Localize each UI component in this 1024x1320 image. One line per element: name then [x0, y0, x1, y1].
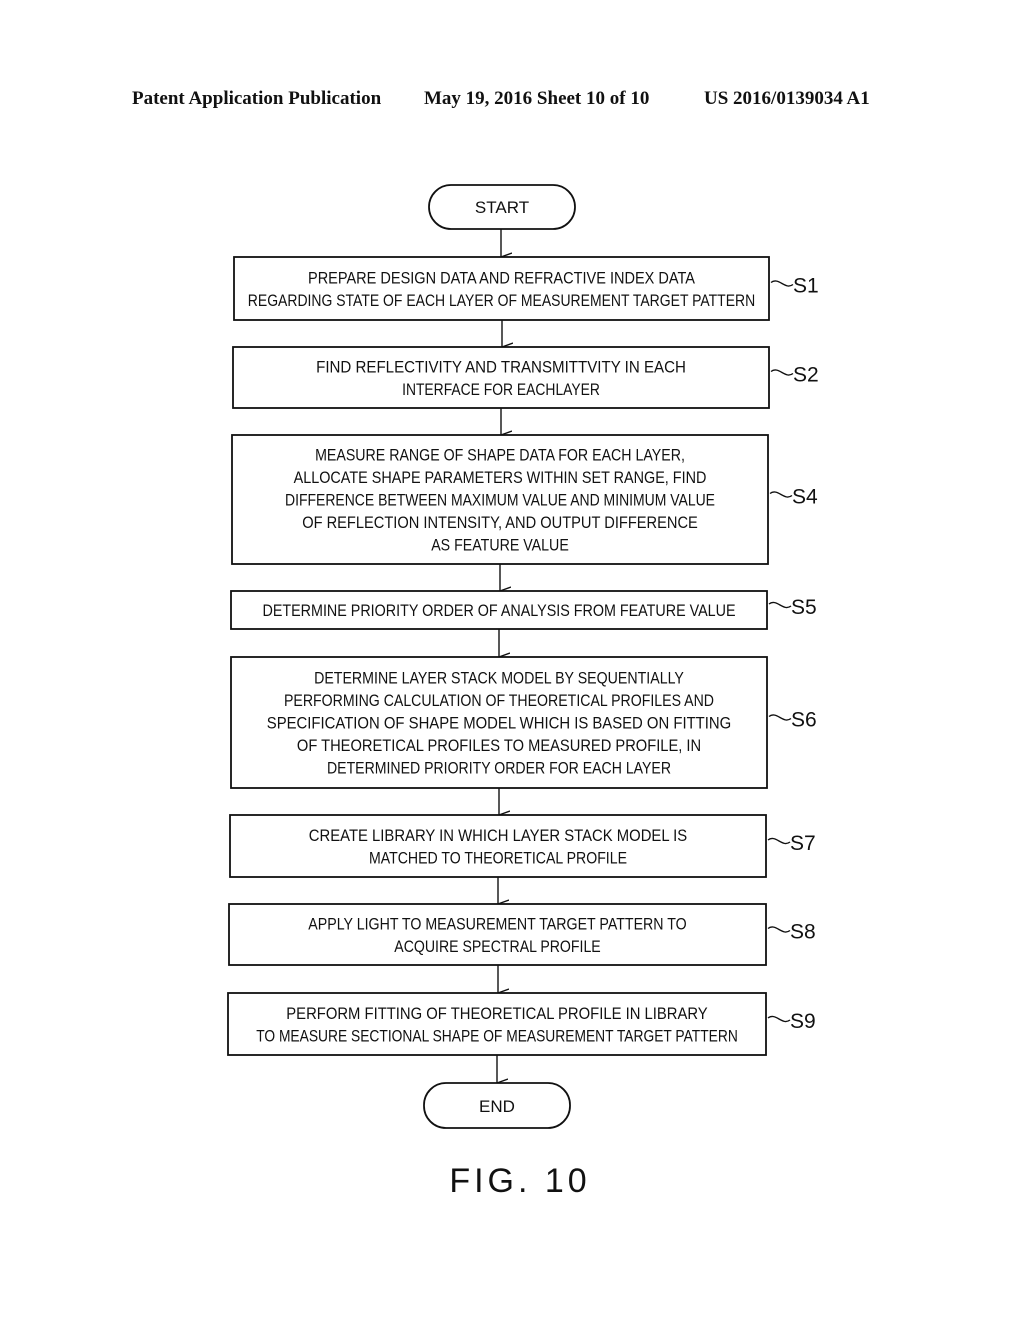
step-text-line: OF REFLECTION INTENSITY, AND OUTPUT DIFF… [302, 513, 698, 532]
step-text-line: TO MEASURE SECTIONAL SHAPE OF MEASUREMEN… [256, 1026, 738, 1045]
step-text-line: PREPARE DESIGN DATA AND REFRACTIVE INDEX… [308, 268, 696, 287]
step-rect [232, 346, 770, 409]
step-label: S2 [793, 364, 819, 387]
step-text-line: ACQUIRE SPECTRAL PROFILE [394, 937, 600, 956]
end-label: END [479, 1097, 515, 1116]
step-text-line: DETERMINE PRIORITY ORDER OF ANALYSIS FRO… [263, 601, 736, 620]
step-text-line: MATCHED TO THEORETICAL PROFILE [369, 848, 627, 867]
step-text-line: MEASURE RANGE OF SHAPE DATA FOR EACH LAY… [315, 446, 685, 465]
step-text-line: SPECIFICATION OF SHAPE MODEL WHICH IS BA… [267, 714, 731, 733]
step-box-s4: MEASURE RANGE OF SHAPE DATA FOR EACH LAY… [231, 434, 818, 565]
leader-line [767, 1015, 791, 1023]
step-boxes: PREPARE DESIGN DATA AND REFRACTIVE INDEX… [227, 256, 819, 1056]
step-text-line: DETERMINED PRIORITY ORDER FOR EACH LAYER [327, 759, 671, 778]
end-terminal: END [423, 1082, 571, 1129]
step-text-line: PERFORMING CALCULATION OF THEORETICAL PR… [284, 691, 714, 710]
step-box-s7: CREATE LIBRARY IN WHICH LAYER STACK MODE… [229, 814, 816, 878]
step-text-line: APPLY LIGHT TO MEASUREMENT TARGET PATTER… [308, 914, 686, 933]
step-label: S5 [791, 596, 817, 619]
step-text-line: DETERMINE LAYER STACK MODEL BY SEQUENTIA… [314, 669, 684, 688]
leader-line [768, 601, 792, 609]
step-text-line: PERFORM FITTING OF THEORETICAL PROFILE I… [286, 1004, 707, 1023]
start-terminal: START [428, 184, 576, 230]
step-text-line: INTERFACE FOR EACHLAYER [402, 380, 600, 399]
step-label: S9 [790, 1010, 816, 1033]
step-text-line: AS FEATURE VALUE [431, 536, 569, 555]
step-label: S6 [791, 709, 817, 732]
leader-line [770, 280, 794, 287]
start-label: START [475, 198, 529, 217]
step-label: S8 [790, 921, 816, 944]
step-rect [229, 814, 767, 878]
step-label: S4 [792, 486, 818, 509]
step-text-line: OF THEORETICAL PROFILES TO MEASURED PROF… [297, 736, 701, 755]
step-text-line: FIND REFLECTIVITY AND TRANSMITTVITY IN E… [316, 357, 686, 376]
step-rect [228, 903, 767, 966]
step-text-line: REGARDING STATE OF EACH LAYER OF MEASURE… [248, 291, 755, 310]
step-text-line: ALLOCATE SHAPE PARAMETERS WITHIN SET RAN… [294, 468, 707, 487]
step-text-line: CREATE LIBRARY IN WHICH LAYER STACK MODE… [309, 826, 687, 845]
step-text-line: DIFFERENCE BETWEEN MAXIMUM VALUE AND MIN… [285, 491, 715, 510]
step-rect [227, 992, 767, 1056]
step-box-s8: APPLY LIGHT TO MEASUREMENT TARGET PATTER… [228, 903, 816, 966]
step-label: S1 [793, 275, 819, 298]
step-box-s6: DETERMINE LAYER STACK MODEL BY SEQUENTIA… [230, 656, 817, 789]
step-box-s2: FIND REFLECTIVITY AND TRANSMITTVITY IN E… [232, 346, 819, 409]
leader-line [768, 714, 792, 721]
step-rect [233, 256, 770, 321]
leader-line [767, 926, 791, 933]
leader-line [770, 369, 794, 376]
leader-line [769, 491, 793, 498]
figure-caption: FIG. 10 [449, 1162, 590, 1200]
leader-line [767, 837, 791, 845]
flowchart: START PREPARE DESIGN DATA AND REFRACTIVE… [227, 184, 819, 1200]
step-box-s1: PREPARE DESIGN DATA AND REFRACTIVE INDEX… [233, 256, 819, 321]
step-box-s5: DETERMINE PRIORITY ORDER OF ANALYSIS FRO… [230, 590, 817, 630]
step-box-s9: PERFORM FITTING OF THEORETICAL PROFILE I… [227, 992, 816, 1056]
step-label: S7 [790, 832, 816, 855]
